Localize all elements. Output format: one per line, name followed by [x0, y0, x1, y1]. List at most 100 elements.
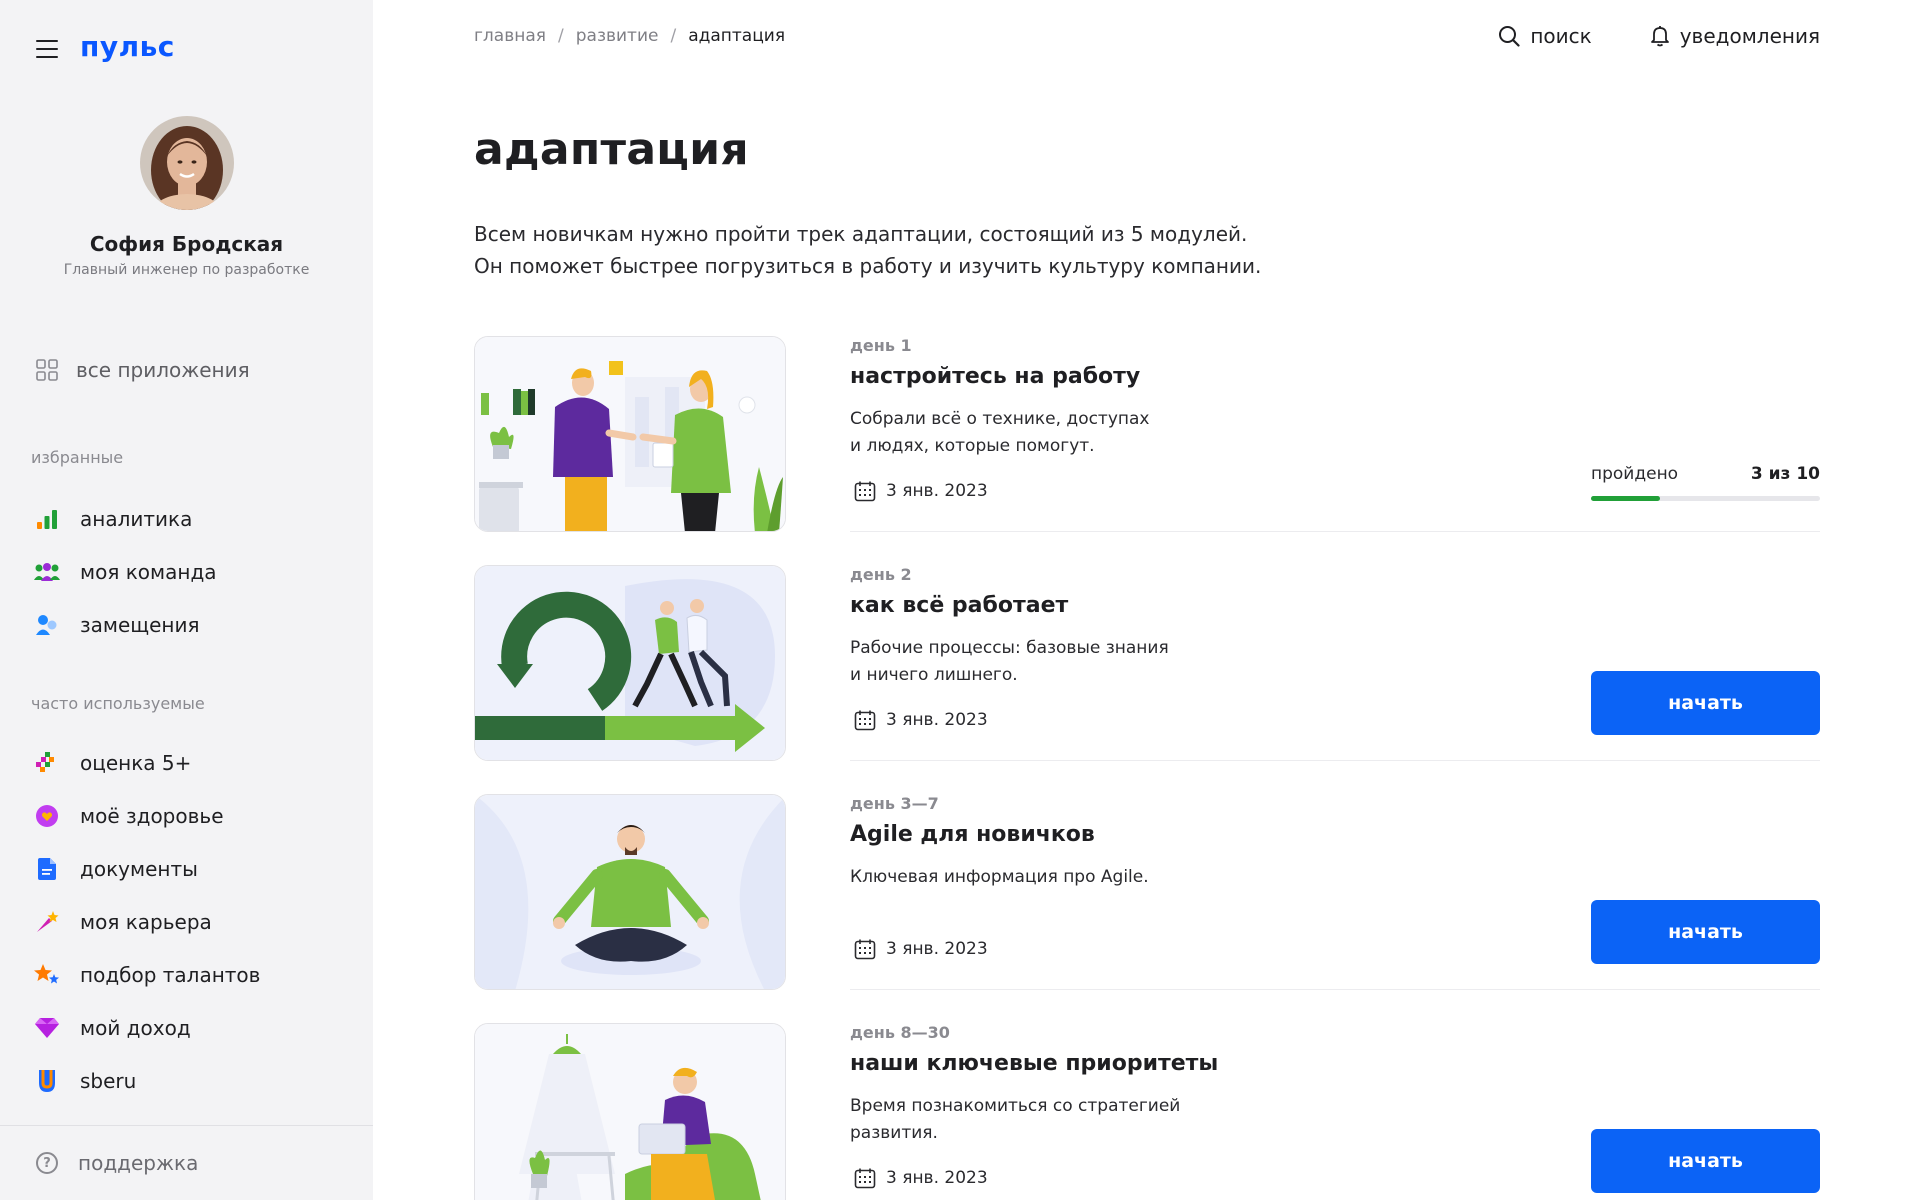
module-day: день 1: [850, 336, 912, 355]
breadcrumb-home[interactable]: главная: [474, 26, 546, 46]
module-description: Ключевая информация про Agile.: [850, 864, 1230, 891]
search-icon: [1499, 26, 1520, 47]
module-body: день 3—7 Agile для новичков Ключевая инф…: [850, 794, 1820, 990]
module-progress: пройдено 3 из 10: [1591, 464, 1820, 501]
module-day: день 2: [850, 565, 912, 584]
favorites-list: аналитика моя команда замещения: [34, 492, 217, 651]
module-body: день 8—30 наши ключевые приоритеты Время…: [850, 1023, 1820, 1200]
grid-icon: [36, 359, 58, 381]
sidebar: пульс София Бродская Главный инженер по …: [0, 0, 373, 1200]
sidebar-item-label: мой доход: [80, 1015, 191, 1040]
profile-card: София Бродская Главный инженер по разраб…: [0, 116, 373, 278]
desc-line: Время познакомиться со стратегией: [850, 1096, 1181, 1116]
module-description: Рабочие процессы: базовые знания и ничег…: [850, 635, 1230, 689]
module-title[interactable]: как всё работает: [850, 593, 1068, 618]
progress-fill: [1591, 496, 1660, 501]
module-illustration-meditation[interactable]: [474, 794, 786, 990]
frequent-heading: часто используемые: [31, 694, 205, 713]
module-card: день 8—30 наши ключевые приоритеты Время…: [474, 1023, 1820, 1200]
date-label: 3 янв. 2023: [886, 710, 988, 730]
desc-line: и ничего лишнего.: [850, 665, 1018, 685]
page-title: адаптация: [474, 124, 749, 175]
bell-icon: [1650, 26, 1669, 47]
support-link[interactable]: ? поддержка: [0, 1125, 373, 1200]
date-label: 3 янв. 2023: [886, 1168, 988, 1188]
calendar-icon: [854, 939, 876, 960]
sidebar-item-career[interactable]: моя карьера: [34, 895, 260, 948]
profile-name: София Бродская: [89, 232, 284, 256]
search-label: поиск: [1530, 24, 1592, 48]
sidebar-item-label: моя карьера: [80, 909, 212, 934]
sidebar-item-label: документы: [80, 856, 198, 881]
all-apps-link[interactable]: все приложения: [36, 358, 250, 382]
sidebar-item-label: аналитика: [80, 506, 193, 531]
talent-icon: [34, 962, 60, 988]
all-apps-label: все приложения: [76, 358, 250, 382]
sidebar-item-income[interactable]: мой доход: [34, 1001, 260, 1054]
sidebar-item-health[interactable]: моё здоровье: [34, 789, 260, 842]
sidebar-item-team[interactable]: моя команда: [34, 545, 217, 598]
sidebar-item-rating[interactable]: оценка 5+: [34, 736, 260, 789]
module-title[interactable]: наши ключевые приоритеты: [850, 1051, 1218, 1076]
logo-row: пульс: [36, 30, 175, 63]
intro-line: Он поможет быстрее погрузиться в работу …: [474, 254, 1262, 278]
module-day: день 8—30: [850, 1023, 950, 1042]
top-actions: поиск уведомления: [1498, 24, 1820, 48]
sidebar-item-label: sberu: [80, 1068, 137, 1093]
sidebar-item-analytics[interactable]: аналитика: [34, 492, 217, 545]
module-title[interactable]: настройтесь на работу: [850, 364, 1140, 389]
desc-line: развития.: [850, 1123, 938, 1143]
profile-role: Главный инженер по разработке: [63, 262, 310, 278]
intro-line: Всем новичкам нужно пройти трек адаптаци…: [474, 222, 1248, 246]
health-icon: [34, 803, 60, 829]
menu-icon[interactable]: [36, 39, 58, 58]
module-date: 3 янв. 2023: [854, 1167, 988, 1189]
module-list: день 1 настройтесь на работу Собрали всё…: [474, 336, 1820, 1200]
sberu-icon: [34, 1068, 60, 1094]
desc-line: Рабочие процессы: базовые знания: [850, 638, 1169, 658]
sidebar-item-sberu[interactable]: sberu: [34, 1054, 260, 1107]
progress-label: пройдено: [1591, 464, 1679, 484]
sidebar-item-substitutions[interactable]: замещения: [34, 598, 217, 651]
module-date: 3 янв. 2023: [854, 480, 988, 502]
notifications-button[interactable]: уведомления: [1650, 24, 1820, 48]
start-button[interactable]: начать: [1591, 1129, 1820, 1193]
calendar-icon: [854, 710, 876, 731]
module-title[interactable]: Agile для новичков: [850, 822, 1095, 847]
date-label: 3 янв. 2023: [886, 481, 988, 501]
career-icon: [34, 909, 60, 935]
team-icon: [34, 559, 60, 585]
desc-line: Ключевая информация про Agile.: [850, 867, 1149, 887]
document-icon: [34, 856, 60, 882]
rating-icon: [34, 750, 60, 776]
sidebar-item-documents[interactable]: документы: [34, 842, 260, 895]
module-date: 3 янв. 2023: [854, 938, 988, 960]
income-icon: [34, 1015, 60, 1041]
module-day: день 3—7: [850, 794, 939, 813]
avatar[interactable]: [139, 116, 234, 210]
breadcrumb: главная / развитие / адаптация: [474, 26, 785, 46]
module-illustration-priorities[interactable]: [474, 1023, 786, 1200]
start-button[interactable]: начать: [1591, 671, 1820, 735]
breadcrumb-separator: /: [670, 26, 677, 46]
module-body: день 2 как всё работает Рабочие процессы…: [850, 565, 1820, 761]
frequent-list: оценка 5+ моё здоровье документы моя кар…: [34, 736, 260, 1107]
desc-line: Собрали всё о технике, доступах: [850, 409, 1150, 429]
breadcrumb-current: адаптация: [688, 26, 786, 46]
breadcrumb-separator: /: [558, 26, 564, 46]
search-button[interactable]: поиск: [1498, 24, 1592, 48]
calendar-icon: [854, 481, 876, 502]
breadcrumb-development[interactable]: развитие: [576, 26, 659, 46]
sidebar-item-label: подбор талантов: [80, 962, 261, 987]
substitution-icon: [34, 612, 60, 638]
module-card: день 1 настройтесь на работу Собрали всё…: [474, 336, 1820, 565]
start-button[interactable]: начать: [1591, 900, 1820, 964]
module-illustration-office[interactable]: [474, 336, 786, 532]
progress-bar: [1591, 496, 1820, 501]
app-logo[interactable]: пульс: [80, 30, 175, 63]
sidebar-item-label: оценка 5+: [80, 750, 192, 775]
module-illustration-process[interactable]: [474, 565, 786, 761]
module-card: день 3—7 Agile для новичков Ключевая инф…: [474, 794, 1820, 1023]
calendar-icon: [854, 1168, 876, 1189]
sidebar-item-talents[interactable]: подбор талантов: [34, 948, 260, 1001]
